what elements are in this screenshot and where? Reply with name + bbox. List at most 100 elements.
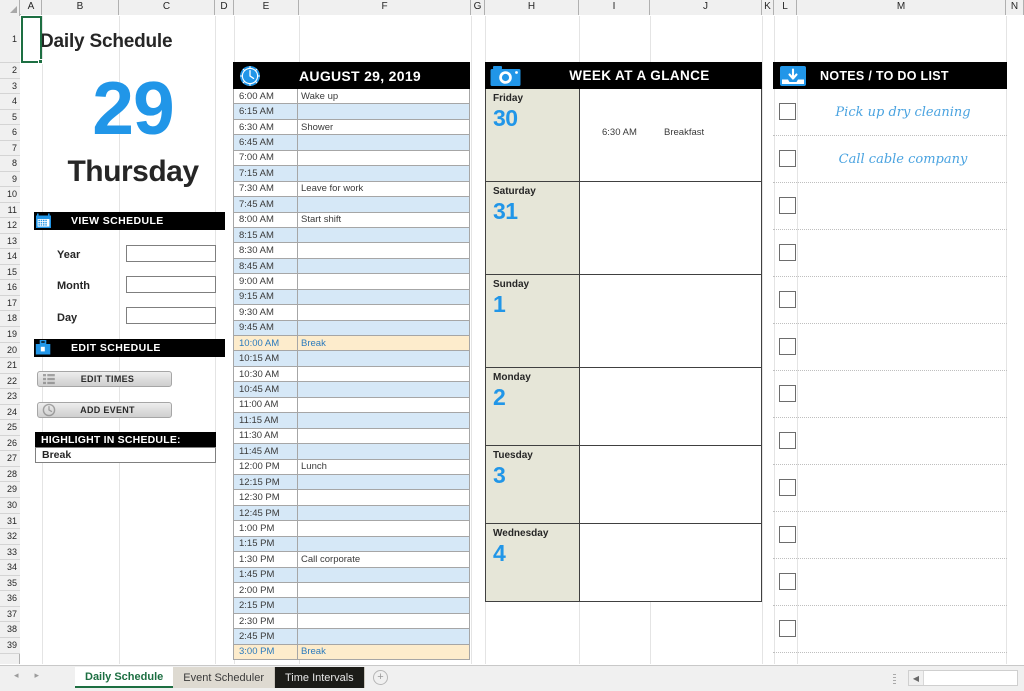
schedule-event[interactable]: Break <box>298 336 469 350</box>
row-header-38[interactable]: 38 <box>0 622 20 638</box>
active-cell-a1[interactable] <box>21 16 43 64</box>
row-header-36[interactable]: 36 <box>0 591 20 607</box>
row-header-1[interactable]: 1 <box>0 16 20 63</box>
sheet-tab-daily-schedule[interactable]: Daily Schedule <box>75 667 174 688</box>
schedule-row[interactable]: 6:15 AM <box>233 104 470 120</box>
sheet-tab-time-intervals[interactable]: Time Intervals <box>274 667 365 688</box>
row-header-35[interactable]: 35 <box>0 576 20 591</box>
row-header-33[interactable]: 33 <box>0 545 20 560</box>
schedule-row[interactable]: 11:00 AM <box>233 397 470 414</box>
highlight-value[interactable]: Break <box>35 447 216 463</box>
schedule-row[interactable]: 2:00 PM <box>233 583 470 599</box>
schedule-event[interactable] <box>298 166 469 180</box>
schedule-event[interactable] <box>298 321 469 335</box>
row-header-12[interactable]: 12 <box>0 218 20 234</box>
column-header-c[interactable]: C <box>119 0 215 15</box>
column-header-i[interactable]: I <box>579 0 650 15</box>
row-header-18[interactable]: 18 <box>0 311 20 327</box>
note-text[interactable] <box>803 230 1003 276</box>
row-header-5[interactable]: 5 <box>0 110 20 125</box>
schedule-event[interactable] <box>298 598 469 612</box>
note-text[interactable] <box>803 512 1003 558</box>
note-checkbox[interactable] <box>779 479 796 496</box>
column-header-m[interactable]: M <box>797 0 1006 15</box>
column-header-l[interactable]: L <box>774 0 797 15</box>
note-checkbox[interactable] <box>779 432 796 449</box>
scroll-grip-icon[interactable] <box>893 674 896 685</box>
schedule-row[interactable]: 9:45 AM <box>233 320 470 336</box>
schedule-row[interactable]: 12:15 PM <box>233 474 470 491</box>
note-text[interactable] <box>803 559 1003 605</box>
row-header-30[interactable]: 30 <box>0 498 20 514</box>
fill-handle[interactable] <box>38 59 43 64</box>
schedule-event[interactable] <box>298 290 469 304</box>
schedule-event[interactable] <box>298 274 469 288</box>
add-event-button[interactable]: ADD EVENT <box>37 402 172 418</box>
scroll-track[interactable] <box>924 671 1017 685</box>
note-text[interactable] <box>803 606 1003 652</box>
schedule-event[interactable]: Break <box>298 645 469 659</box>
schedule-event[interactable] <box>298 305 469 319</box>
year-input[interactable] <box>126 245 216 262</box>
schedule-row[interactable]: 6:45 AM <box>233 135 470 151</box>
row-header-3[interactable]: 3 <box>0 79 20 94</box>
note-text[interactable]: Pick up dry cleaning <box>803 89 1003 135</box>
select-all-corner[interactable] <box>0 0 20 15</box>
schedule-row[interactable]: 3:00 PM Break <box>233 644 470 661</box>
schedule-row[interactable]: 8:45 AM <box>233 258 470 275</box>
week-day-events[interactable] <box>580 182 761 274</box>
column-header-k[interactable]: K <box>762 0 774 15</box>
schedule-row[interactable]: 9:00 AM <box>233 274 470 290</box>
row-header-20[interactable]: 20 <box>0 343 20 358</box>
note-text[interactable] <box>803 324 1003 370</box>
row-header-27[interactable]: 27 <box>0 451 20 467</box>
schedule-event[interactable]: Start shift <box>298 213 469 227</box>
note-text[interactable] <box>803 418 1003 464</box>
day-input[interactable] <box>126 307 216 324</box>
column-header-j[interactable]: J <box>650 0 762 15</box>
note-text[interactable] <box>803 371 1003 417</box>
week-day-events[interactable] <box>580 446 761 523</box>
column-header-a[interactable]: A <box>21 0 42 15</box>
row-header-37[interactable]: 37 <box>0 607 20 622</box>
column-header-e[interactable]: E <box>234 0 299 15</box>
schedule-row[interactable]: 1:45 PM <box>233 567 470 583</box>
note-checkbox[interactable] <box>779 526 796 543</box>
row-header-17[interactable]: 17 <box>0 296 20 311</box>
note-text[interactable]: Call cable company <box>803 136 1003 182</box>
row-header-32[interactable]: 32 <box>0 529 20 545</box>
note-text[interactable] <box>803 465 1003 511</box>
schedule-row[interactable]: 1:00 PM <box>233 521 470 537</box>
sheet-nav-arrows[interactable]: ◂ ▸ <box>14 671 39 680</box>
note-text[interactable] <box>803 183 1003 229</box>
note-checkbox[interactable] <box>779 573 796 590</box>
row-header-24[interactable]: 24 <box>0 405 20 420</box>
schedule-row[interactable]: 2:15 PM <box>233 598 470 614</box>
schedule-row[interactable]: 9:30 AM <box>233 305 470 321</box>
schedule-event[interactable] <box>298 475 469 489</box>
schedule-row[interactable]: 8:00 AM Start shift <box>233 212 470 228</box>
row-header-34[interactable]: 34 <box>0 560 20 576</box>
schedule-row[interactable]: 12:00 PM Lunch <box>233 459 470 475</box>
row-header-13[interactable]: 13 <box>0 234 20 249</box>
horizontal-scrollbar[interactable]: ◀ <box>908 670 1018 686</box>
row-header-22[interactable]: 22 <box>0 374 20 389</box>
note-text[interactable] <box>803 277 1003 323</box>
row-header-15[interactable]: 15 <box>0 265 20 280</box>
schedule-event[interactable] <box>298 151 469 165</box>
schedule-event[interactable] <box>298 521 469 535</box>
schedule-event[interactable]: Wake up <box>298 89 469 103</box>
row-header-9[interactable]: 9 <box>0 172 20 187</box>
schedule-row[interactable]: 7:15 AM <box>233 166 470 182</box>
schedule-event[interactable] <box>298 351 469 365</box>
schedule-row[interactable]: 8:30 AM <box>233 243 470 259</box>
schedule-event[interactable] <box>298 382 469 396</box>
schedule-event[interactable] <box>298 413 469 427</box>
schedule-row[interactable]: 7:45 AM <box>233 197 470 213</box>
scroll-left-icon[interactable]: ◀ <box>909 671 924 685</box>
week-day-events[interactable] <box>580 524 761 601</box>
schedule-event[interactable] <box>298 629 469 643</box>
schedule-event[interactable]: Lunch <box>298 460 469 474</box>
note-checkbox[interactable] <box>779 620 796 637</box>
column-header-b[interactable]: B <box>42 0 119 15</box>
